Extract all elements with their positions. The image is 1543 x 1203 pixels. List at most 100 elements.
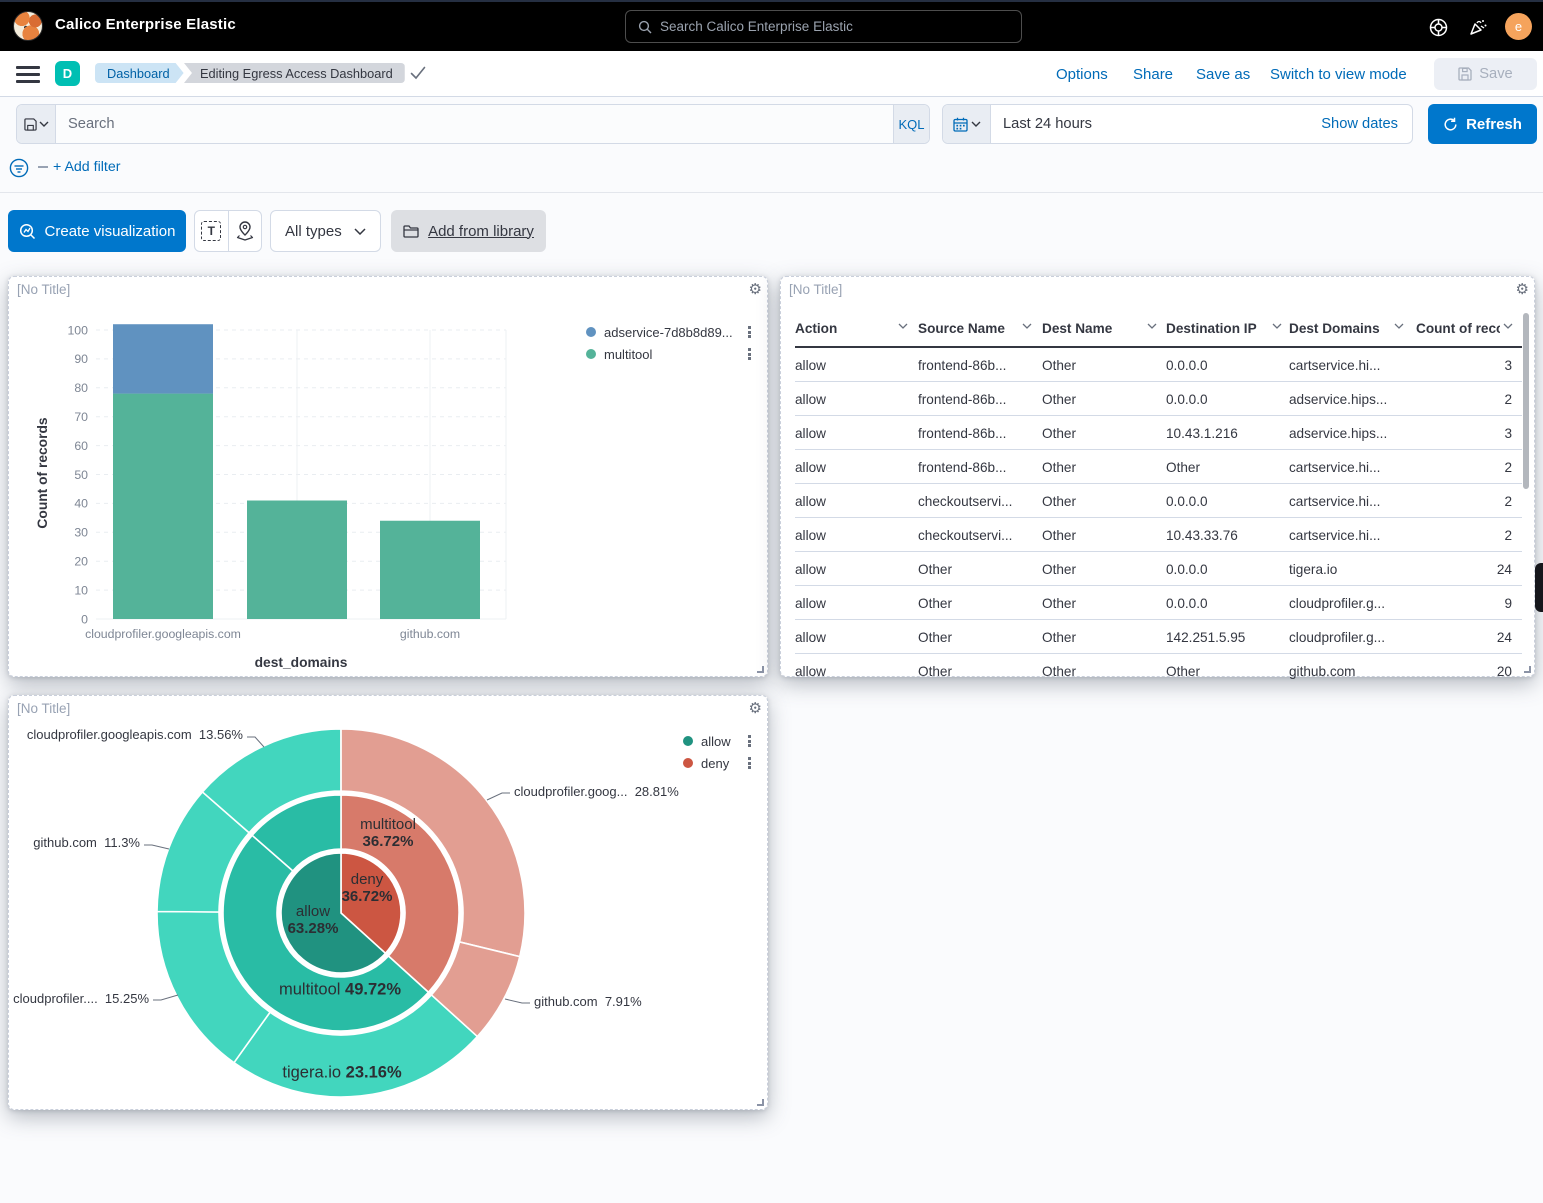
add-map-button[interactable] [229, 211, 262, 251]
add-filter-link[interactable]: + Add filter [53, 159, 120, 175]
table-cell: cartservice.hi... [1289, 348, 1380, 382]
table-cell-count: 2 [1406, 518, 1512, 552]
column-header[interactable]: Dest Name [1042, 310, 1112, 346]
slice-outer-label: cloudprofiler.goog... 28.81% [514, 784, 679, 799]
docked-flyout-tab[interactable] [1535, 563, 1543, 612]
svg-text:github.com: github.com [400, 627, 460, 641]
breadcrumb-dashboard[interactable]: Dashboard [95, 63, 184, 83]
sort-chevron-icon[interactable] [1272, 323, 1282, 329]
save-icon [1458, 67, 1472, 81]
gear-icon[interactable]: ⚙ [1516, 280, 1529, 298]
column-header[interactable]: Source Name [918, 310, 1005, 346]
table-cell: allow [795, 552, 826, 586]
kql-badge[interactable]: KQL [893, 105, 929, 143]
slice-outer-label: github.com 7.91% [534, 994, 642, 1009]
user-avatar[interactable]: e [1505, 13, 1532, 40]
column-header[interactable]: Destination IP [1166, 310, 1257, 346]
dashboard-app: Calico Enterprise Elastic Search Calico … [0, 0, 1543, 1203]
column-header[interactable]: Dest Domains [1289, 310, 1380, 346]
table-cell: 10.43.1.216 [1166, 416, 1238, 450]
column-header[interactable]: Count of reco [1416, 310, 1500, 346]
bar-segment[interactable] [113, 394, 213, 619]
gear-icon[interactable]: ⚙ [749, 280, 762, 298]
panel-title: [No Title] [789, 282, 842, 297]
sort-chevron-icon[interactable] [1394, 323, 1404, 329]
refresh-button[interactable]: Refresh [1428, 104, 1537, 144]
table-cell: Other [918, 654, 952, 688]
map-marker-icon [236, 221, 254, 241]
legend-label: deny [701, 756, 729, 771]
legend-item[interactable]: allow [683, 730, 731, 752]
share-link[interactable]: Share [1133, 66, 1173, 83]
legend-item[interactable]: adservice-7d8b8d89... [586, 321, 733, 343]
global-search-input[interactable]: Search Calico Enterprise Elastic [625, 10, 1022, 43]
sort-chevron-icon[interactable] [898, 323, 908, 329]
chevron-down-icon [971, 121, 981, 127]
legend-menu-icon[interactable] [748, 735, 751, 747]
table-cell: frontend-86b... [918, 382, 1006, 416]
dashboard-app-badge[interactable]: D [55, 61, 80, 86]
panel-title: [No Title] [17, 282, 70, 297]
text-icon: T [201, 221, 221, 241]
legend-dot [586, 349, 596, 359]
switch-view-mode-link[interactable]: Switch to view mode [1270, 66, 1407, 83]
date-quick-select-button[interactable] [943, 105, 991, 143]
slice-label: multitool 49.72% [279, 981, 401, 1000]
time-range-value[interactable]: Last 24 hours [1003, 116, 1092, 132]
newsfeed-icon[interactable] [1466, 15, 1490, 39]
panel-resize-handle[interactable] [1524, 666, 1531, 673]
table-cell: checkoutservi... [918, 518, 1012, 552]
row-divider [795, 585, 1522, 586]
table-cell: Other [1042, 586, 1076, 620]
lens-icon [19, 223, 36, 240]
table-cell-count: 2 [1406, 450, 1512, 484]
bar-segment[interactable] [113, 324, 213, 393]
date-picker: Last 24 hours Show dates [942, 104, 1413, 144]
gear-icon[interactable]: ⚙ [749, 699, 762, 717]
table-cell: Other [918, 586, 952, 620]
legend-menu-icon[interactable] [748, 757, 751, 769]
help-icon[interactable] [1426, 15, 1450, 39]
table-cell-count: 3 [1406, 416, 1512, 450]
table-cell: frontend-86b... [918, 348, 1006, 382]
table-cell: tigera.io [1289, 552, 1337, 586]
refresh-icon [1443, 117, 1458, 132]
legend-item[interactable]: multitool [586, 343, 733, 365]
filter-icon[interactable] [9, 158, 29, 178]
pie-chart-legend: allow deny [683, 730, 731, 774]
legend-item[interactable]: deny [683, 752, 731, 774]
all-types-dropdown[interactable]: All types [270, 210, 381, 252]
bar-segment[interactable] [247, 501, 347, 619]
svg-text:dest_domains: dest_domains [255, 655, 348, 670]
menu-icon[interactable] [16, 66, 40, 83]
table-scrollbar[interactable] [1523, 313, 1529, 489]
legend-menu-icon[interactable] [748, 326, 751, 338]
table-cell: 0.0.0.0 [1166, 348, 1208, 382]
sort-chevron-icon[interactable] [1503, 323, 1513, 329]
app-title: Calico Enterprise Elastic [55, 16, 236, 33]
show-dates-link[interactable]: Show dates [1321, 116, 1398, 132]
save-as-link[interactable]: Save as [1196, 66, 1250, 83]
add-text-button[interactable]: T [195, 211, 229, 251]
row-divider [795, 483, 1522, 484]
panel-resize-handle[interactable] [757, 1099, 764, 1106]
check-icon[interactable] [410, 66, 426, 80]
add-from-library-button[interactable]: Add from library [391, 210, 546, 252]
saved-query-menu-button[interactable] [17, 105, 56, 143]
legend-menu-icon[interactable] [748, 348, 751, 360]
breadcrumb-current: Editing Egress Access Dashboard [184, 63, 405, 83]
bar-segment[interactable] [380, 521, 480, 619]
save-button[interactable]: Save [1434, 58, 1537, 90]
sort-chevron-icon[interactable] [1022, 323, 1032, 329]
create-visualization-button[interactable]: Create visualization [8, 210, 186, 252]
query-input[interactable]: Search [56, 105, 893, 143]
table-cell: checkoutservi... [918, 484, 1012, 518]
row-divider [795, 653, 1522, 654]
panel-resize-handle[interactable] [757, 666, 764, 673]
table-cell-count: 24 [1406, 620, 1512, 654]
sort-chevron-icon[interactable] [1147, 323, 1157, 329]
table-cell-count: 3 [1406, 348, 1512, 382]
column-header[interactable]: Action [795, 310, 837, 346]
legend-dot [586, 327, 596, 337]
options-link[interactable]: Options [1056, 66, 1108, 83]
